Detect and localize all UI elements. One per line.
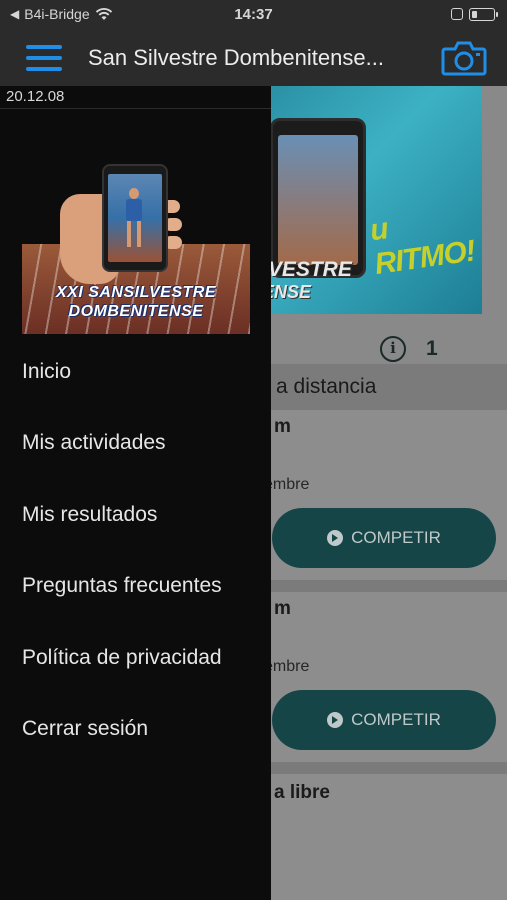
banner-title-line1: IVESTRE [262,258,352,281]
activity-card: a libre [262,774,507,900]
drawer-menu: Inicio Mis actividades Mis resultados Pr… [0,336,271,765]
status-bar: ◀ B4i-Bridge 14:37 [0,0,507,30]
section-title: a distancia [276,375,377,398]
activity-card: m embre COMPETIR [262,592,507,762]
menu-item-preguntas-frecuentes[interactable]: Preguntas frecuentes [0,551,271,623]
battery-icon [469,8,498,21]
section-title-free: a libre [274,782,330,803]
app-version: 20.12.08 [6,88,65,105]
menu-item-politica-privacidad[interactable]: Política de privacidad [0,622,271,694]
side-drawer: 20.12.08 XXI SANSILVESTRE DOMBENITENSE I… [0,86,271,900]
compete-button[interactable]: COMPETIR [272,690,496,750]
info-row: i 1 [380,336,438,362]
compete-button-label: COMPETIR [351,528,441,547]
menu-item-inicio[interactable]: Inicio [0,336,271,408]
app-bar: San Silvestre Dombenitense... [0,30,507,86]
drawer-banner-title-line1: XXI SANSILVESTRE [55,284,217,301]
section-header-distance: a distancia [262,364,507,410]
drawer-divider [0,108,271,109]
camera-icon[interactable] [441,39,487,77]
menu-item-mis-actividades[interactable]: Mis actividades [0,408,271,480]
compete-button[interactable]: COMPETIR [272,508,496,568]
arrow-circle-icon [327,712,344,728]
card-divider [262,762,507,774]
info-count: 1 [426,337,438,360]
activity-card: m embre COMPETIR [262,410,507,580]
menu-item-cerrar-sesion[interactable]: Cerrar sesión [0,694,271,766]
banner-slogan: u RITMO! [367,212,477,282]
card-divider [262,580,507,592]
orientation-lock-icon [451,8,463,20]
drawer-banner-title-line2: DOMBENITENSE [68,303,204,320]
hamburger-icon[interactable] [26,45,62,71]
card-distance: m [274,416,291,437]
banner-phone-image [270,118,366,278]
compete-button-label: COMPETIR [351,710,441,729]
drawer-event-logo: XXI SANSILVESTRE DOMBENITENSE [22,164,250,334]
card-distance: m [274,598,291,619]
battery-level [471,10,477,18]
arrow-circle-icon [327,530,344,546]
runner-image [120,188,148,250]
page-title: San Silvestre Dombenitense... [88,45,384,70]
event-banner: u RITMO! IVESTRE ENSE [262,86,482,314]
status-time: 14:37 [234,6,273,23]
info-icon[interactable]: i [380,336,406,362]
phone-image [102,164,168,272]
menu-item-mis-resultados[interactable]: Mis resultados [0,479,271,551]
